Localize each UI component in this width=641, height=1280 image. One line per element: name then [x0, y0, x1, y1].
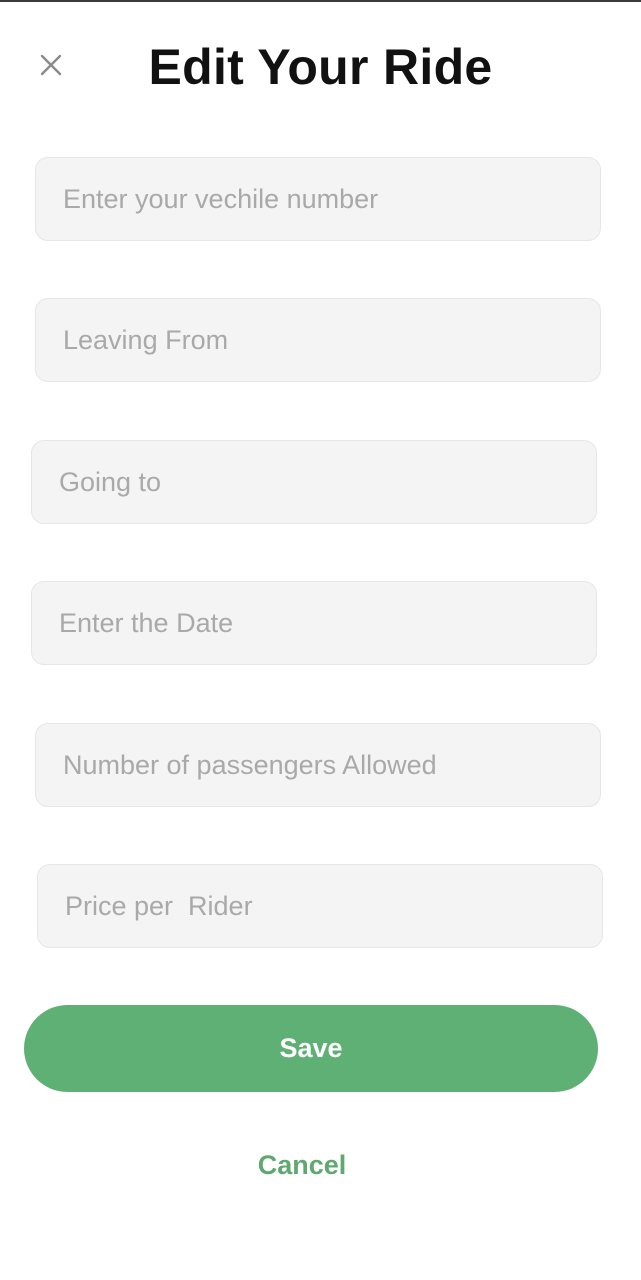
vehicle-number-field-container: [35, 157, 601, 241]
cancel-button[interactable]: Cancel: [0, 1150, 641, 1181]
leaving-from-field-container: [35, 298, 601, 382]
passengers-allowed-field-container: [35, 723, 601, 807]
save-button[interactable]: Save: [24, 1005, 598, 1092]
passengers-allowed-field[interactable]: [36, 724, 600, 806]
vehicle-number-field[interactable]: [36, 158, 600, 240]
leaving-from-field[interactable]: [36, 299, 600, 381]
going-to-field-container: [31, 440, 597, 524]
page-title: Edit Your Ride: [148, 39, 493, 95]
date-field-container: [31, 581, 597, 665]
cancel-label: Cancel: [257, 1150, 347, 1180]
price-per-rider-field[interactable]: [38, 865, 602, 947]
price-per-rider-field-container: [37, 864, 603, 948]
going-to-field[interactable]: [32, 441, 596, 523]
top-border: [0, 0, 641, 2]
date-field[interactable]: [32, 582, 596, 664]
